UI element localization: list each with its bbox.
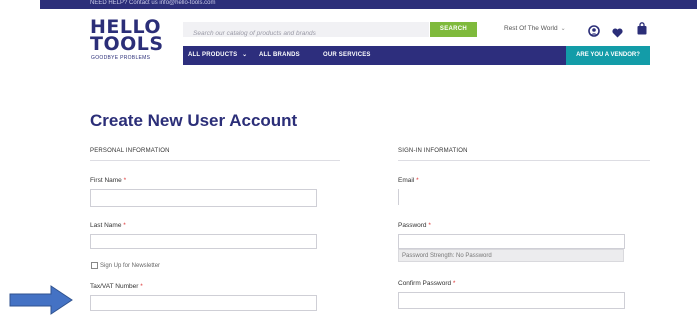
email-label: Email * [398, 177, 419, 184]
logo-tagline: GOODBYE PROBLEMS [91, 55, 151, 61]
tax-input[interactable] [91, 297, 316, 312]
newsletter-checkbox[interactable]: Sign Up for Newsletter [91, 262, 160, 269]
first-name-input[interactable] [91, 190, 316, 207]
divider [398, 160, 650, 161]
search-input[interactable] [183, 26, 433, 41]
required-mark: * [452, 280, 456, 287]
nav-all-products[interactable]: ALL PRODUCTS ⌄ [188, 46, 247, 65]
nav-all-brands[interactable]: ALL BRANDS [259, 46, 300, 65]
tax-field[interactable] [90, 295, 317, 312]
top-bar: NEED HELP? Contact us info@hello-tools.c… [40, 0, 697, 9]
confirm-password-label-text: Confirm Password [398, 280, 452, 287]
tax-label: Tax/VAT Number * [90, 283, 143, 290]
email-field[interactable] [398, 189, 624, 206]
required-mark: * [123, 222, 126, 229]
vendor-button[interactable]: ARE YOU A VENDOR? [566, 46, 650, 65]
personal-info-heading: PERSONAL INFORMATION [90, 148, 170, 154]
password-strength-meter: Password Strength: No Password [398, 249, 624, 262]
first-name-field[interactable] [90, 189, 317, 207]
signin-info-heading: SIGN-IN INFORMATION [398, 148, 468, 154]
nav-our-services[interactable]: OUR SERVICES [323, 46, 371, 65]
checkbox-icon[interactable] [91, 262, 98, 269]
region-label: Rest Of The World [504, 25, 558, 32]
bag-icon[interactable] [637, 22, 647, 35]
heart-icon[interactable] [612, 25, 623, 38]
user-icon[interactable] [588, 24, 600, 37]
password-label-text: Password [398, 222, 427, 229]
newsletter-label: Sign Up for Newsletter [100, 263, 161, 270]
password-label: Password * [398, 222, 431, 229]
last-name-input[interactable] [91, 237, 316, 250]
main-nav: ALL PRODUCTS ⌄ ALL BRANDS OUR SERVICES [183, 46, 566, 65]
required-mark: * [428, 222, 431, 229]
logo[interactable]: HELLO TOOLS GOODBYE PROBLEMS [90, 18, 163, 66]
chevron-down-icon: ⌄ [242, 52, 248, 58]
pointer-arrow-icon [9, 285, 73, 315]
tax-label-text: Tax/VAT Number [90, 283, 139, 290]
last-name-label: Last Name * [90, 222, 126, 229]
first-name-label: First Name * [90, 177, 126, 184]
divider [90, 160, 340, 161]
contact-text: NEED HELP? Contact us info@hello-tools.c… [90, 0, 216, 6]
confirm-password-field[interactable] [398, 292, 625, 309]
logo-line-2: TOOLS [90, 33, 164, 55]
password-field[interactable] [398, 234, 625, 250]
confirm-password-label: Confirm Password * [398, 280, 455, 287]
last-name-field[interactable] [90, 234, 317, 250]
required-mark: * [140, 283, 143, 290]
required-mark: * [123, 177, 127, 184]
page-title: Create New User Account [90, 111, 298, 130]
email-label-text: Email [398, 177, 415, 184]
first-name-label-text: First Name [90, 177, 122, 184]
email-input[interactable] [399, 189, 624, 206]
confirm-password-input[interactable] [399, 294, 624, 309]
region-selector[interactable]: Rest Of The World ⌄ [504, 25, 566, 32]
search-box [183, 22, 433, 41]
required-mark: * [416, 177, 419, 184]
search-button[interactable]: SEARCH [430, 22, 477, 37]
nav-all-products-label: ALL PRODUCTS [188, 52, 238, 58]
chevron-down-icon: ⌄ [560, 26, 566, 32]
last-name-label-text: Last Name [90, 222, 122, 229]
